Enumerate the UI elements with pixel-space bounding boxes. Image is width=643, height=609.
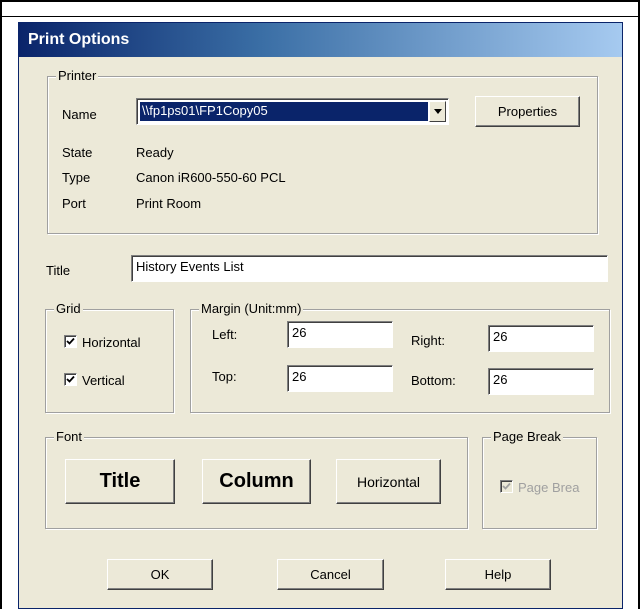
printer-state-value: Ready	[136, 145, 174, 160]
grid-horizontal-checkbox[interactable]	[64, 335, 77, 348]
font-column-button[interactable]: Column	[202, 459, 311, 504]
printer-type-value: Canon iR600-550-60 PCL	[136, 170, 286, 185]
printer-name-label: Name	[62, 107, 97, 122]
font-legend: Font	[54, 429, 85, 444]
checkmark-icon	[66, 375, 75, 383]
page-break-legend: Page Break	[491, 429, 563, 444]
page-break-label: Page Brea	[518, 480, 580, 495]
margin-right-input[interactable]: 26	[488, 325, 594, 352]
margin-top-label: Top:	[212, 369, 237, 384]
grid-horizontal-label: Horizontal	[82, 335, 141, 350]
margin-left-input[interactable]: 26	[287, 321, 393, 348]
title-input[interactable]: History Events List	[131, 255, 608, 282]
printer-state-label: State	[62, 145, 93, 160]
printer-legend: Printer	[56, 68, 99, 83]
cancel-button[interactable]: Cancel	[277, 559, 384, 590]
outer-border-left	[0, 0, 2, 609]
checkmark-icon	[502, 482, 511, 490]
ok-button[interactable]: OK	[107, 559, 213, 590]
grid-vertical-checkbox[interactable]	[64, 373, 77, 386]
chevron-down-icon[interactable]	[429, 101, 446, 122]
grid-vertical-label: Vertical	[82, 373, 125, 388]
printer-port-label: Port	[62, 196, 86, 211]
checkmark-icon	[66, 337, 75, 345]
printer-name-select[interactable]: \\fp1ps01\FP1Copy05	[136, 98, 449, 125]
page-break-checkbox[interactable]	[500, 480, 513, 493]
font-horizontal-button[interactable]: Horizontal	[336, 459, 441, 504]
margin-legend: Margin (Unit:mm)	[199, 301, 304, 316]
font-title-button[interactable]: Title	[65, 459, 175, 504]
outer-border-right	[638, 0, 640, 609]
outer-border-top	[0, 0, 640, 2]
printer-name-value: \\fp1ps01\FP1Copy05	[140, 102, 428, 121]
margin-right-label: Right:	[411, 333, 445, 348]
title-label: Title	[46, 263, 71, 278]
grid-legend: Grid	[54, 301, 83, 316]
printer-type-label: Type	[62, 170, 91, 185]
margin-bottom-input[interactable]: 26	[488, 368, 594, 395]
printer-port-value: Print Room	[136, 196, 202, 211]
margin-top-input[interactable]: 26	[287, 365, 393, 392]
print-options-dialog: Print Options Printer Name \\fp1ps01\FP1…	[18, 22, 623, 609]
dialog-title: Print Options	[19, 23, 622, 57]
outer-divider	[0, 16, 640, 17]
properties-button[interactable]: Properties	[475, 96, 580, 127]
grid-group: Grid	[45, 301, 174, 413]
margin-left-label: Left:	[212, 327, 238, 342]
margin-bottom-label: Bottom:	[411, 373, 456, 388]
help-button[interactable]: Help	[445, 559, 551, 590]
